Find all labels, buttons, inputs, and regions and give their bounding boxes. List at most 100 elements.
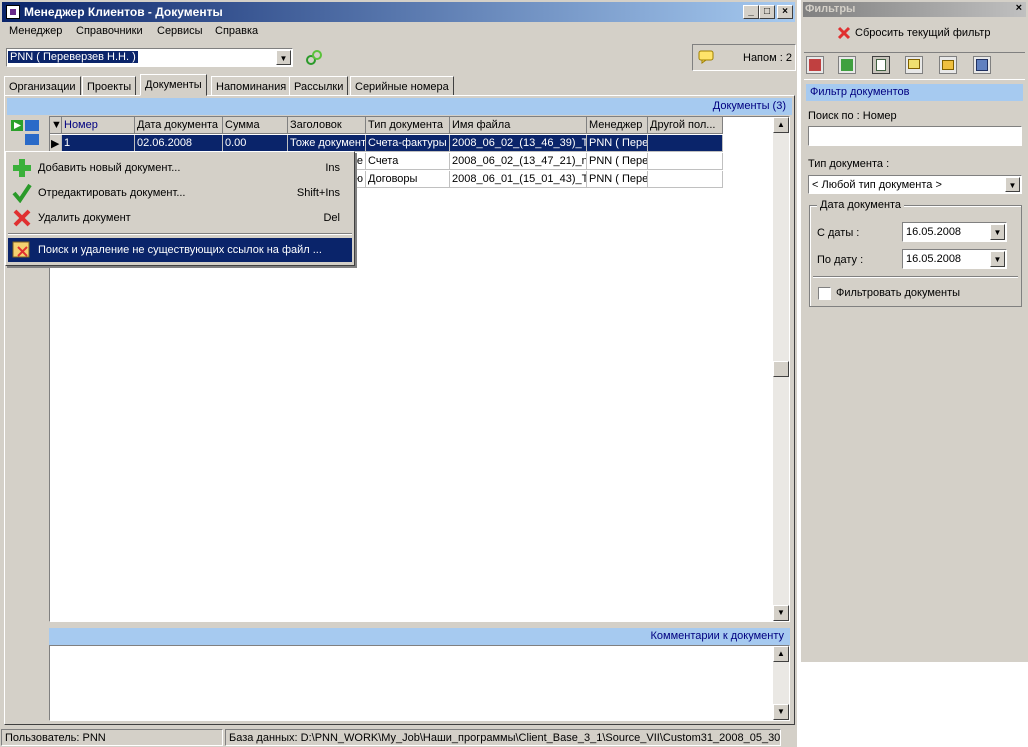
chevron-down-icon[interactable]: ▼ [276,50,291,65]
filters-title-bar[interactable]: Фильтры × [803,2,1026,17]
chevron-down-icon[interactable]: ▼ [1005,177,1020,192]
tab-mailings[interactable]: Рассылки [289,76,349,96]
menu-item-delete-document[interactable]: Удалить документ Del [8,206,352,230]
column-header-doc-type[interactable]: Тип документа [366,117,450,134]
reset-filter-button[interactable]: Сбросить текущий фильтр [835,24,1015,44]
filter-documents-checkbox[interactable] [818,287,831,300]
speech-bubble-icon [698,50,714,64]
column-header-date[interactable]: Дата документа [135,117,223,134]
column-header-file-name[interactable]: Имя файла [450,117,587,134]
table-cell[interactable]: 2008_06_02_(13_47_21)_n [450,153,587,170]
serial-numbers-filter-icon[interactable] [973,56,991,74]
date-group-label: Дата документа [817,199,905,211]
menu-item-label: Удалить документ [38,212,131,224]
doc-type-value: < Любой тип документа > [812,179,942,191]
menu-item-shortcut: Shift+Ins [296,187,340,199]
table-cell[interactable] [648,135,723,152]
column-header-other[interactable]: Другой пол... [648,117,723,134]
title-bar[interactable]: Менеджер Клиентов - Документы _ □ × [2,2,795,22]
context-menu: Добавить новый документ... Ins Отредакти… [5,151,355,266]
minimize-button[interactable]: _ [743,5,759,19]
from-date-picker[interactable]: 16.05.2008 ▼ [902,222,1007,242]
table-cell[interactable]: PNN ( Перев [587,153,648,170]
column-header-title[interactable]: Заголовок [288,117,366,134]
table-cell[interactable]: Счета-фактуры [366,135,450,152]
row-indicator[interactable]: ▶ [50,135,62,152]
column-header-manager[interactable]: Менеджер [587,117,648,134]
search-input[interactable] [808,126,1022,146]
table-cell[interactable]: Тоже документ [288,135,366,152]
scroll-down-icon[interactable]: ▼ [773,704,789,720]
broken-link-icon [12,241,30,258]
menu-help[interactable]: Справка [215,25,258,37]
check-icon [12,183,32,203]
scroll-thumb[interactable] [773,361,789,377]
table-cell[interactable]: Договоры [366,171,450,188]
grid-scrollbar[interactable]: ▲ ▼ [773,117,789,621]
to-date-picker[interactable]: 16.05.2008 ▼ [902,249,1007,269]
organizations-filter-icon[interactable] [806,56,824,74]
grid-indicator-header[interactable]: ▼ [50,117,62,134]
comments-header: Комментарии к документу [49,628,790,645]
filter-documents-label[interactable]: Фильтровать документы [836,287,960,299]
comments-textarea[interactable]: ▲ ▼ [49,645,790,721]
reminder-panel[interactable]: Напом : 2 [692,44,796,71]
tab-organizations[interactable]: Организации [4,76,81,96]
filters-close-icon[interactable]: × [1016,2,1022,14]
table-cell[interactable]: 0.00 [223,135,288,152]
reminder-count: Напом : 2 [743,52,792,64]
tab-projects[interactable]: Проекты [82,76,137,96]
documents-header: Документы (3) [7,98,792,115]
documents-filter-icon[interactable] [872,56,890,74]
close-button[interactable]: × [777,5,793,19]
menu-item-shortcut: Ins [325,162,340,174]
menu-item-add-document[interactable]: Добавить новый документ... Ins [8,156,352,180]
chevron-down-icon[interactable]: ▼ [990,224,1005,240]
column-header-number[interactable]: Номер [62,117,135,134]
projects-filter-icon[interactable] [838,56,856,74]
scroll-up-icon[interactable]: ▲ [773,117,789,133]
menu-item-shortcut: Del [323,212,340,224]
table-cell[interactable]: 02.06.2008 [135,135,223,152]
doc-type-select[interactable]: < Любой тип документа > ▼ [808,175,1022,194]
table-cell[interactable]: PNN ( Перев [587,171,648,188]
menu-item-label: Добавить новый документ... [38,162,181,174]
status-bar: Пользователь: PNN База данных: D:\PNN_WO… [0,727,797,747]
tab-documents[interactable]: Документы [140,74,207,96]
menu-references[interactable]: Справочники [76,25,143,37]
table-cell[interactable]: Счета [366,153,450,170]
menu-item-edit-document[interactable]: Отредактировать документ... Shift+Ins [8,181,352,205]
close-icon [837,26,851,40]
table-cell[interactable]: PNN ( Перев [587,135,648,152]
column-header-sum[interactable]: Сумма [223,117,288,134]
plus-icon [13,159,31,177]
filter-section-header: Фильтр документов [806,84,1023,101]
menu-manager[interactable]: Менеджер [9,25,62,37]
menu-bar: Менеджер Справочники Сервисы Справка [0,22,797,42]
user-combo[interactable]: PNN ( Переверзев Н.Н. ) ▼ [6,48,293,67]
scroll-up-icon[interactable]: ▲ [773,646,789,662]
chevron-down-icon[interactable]: ▼ [990,251,1005,267]
table-cell[interactable]: 2008_06_02_(13_46_39)_T [450,135,587,152]
menu-item-find-missing-links[interactable]: Поиск и удаление не существующих ссылок … [8,238,352,262]
refresh-link-icon[interactable] [305,49,323,67]
menu-services[interactable]: Сервисы [157,25,203,37]
scroll-down-icon[interactable]: ▼ [773,605,789,621]
table-cell[interactable] [648,171,723,188]
tab-reminders[interactable]: Напоминания [211,76,292,96]
to-date-label: По дату : [817,254,864,266]
menu-item-label: Отредактировать документ... [38,187,186,199]
table-cell[interactable] [648,153,723,170]
reset-filter-label: Сбросить текущий фильтр [855,27,991,39]
comments-scrollbar[interactable]: ▲ ▼ [773,646,789,720]
tab-serial-numbers[interactable]: Серийные номера [350,76,454,96]
group-divider [813,276,1018,278]
search-label: Поиск по : Номер [808,110,897,122]
status-user: Пользователь: PNN [1,729,223,746]
table-cell[interactable]: 1 [62,135,135,152]
maximize-button[interactable]: □ [759,5,775,19]
table-cell[interactable]: 2008_06_01_(15_01_43)_T [450,171,587,188]
document-actions-icon[interactable] [10,118,42,148]
reminders-filter-icon[interactable] [905,56,923,74]
mailings-filter-icon[interactable] [939,56,957,74]
